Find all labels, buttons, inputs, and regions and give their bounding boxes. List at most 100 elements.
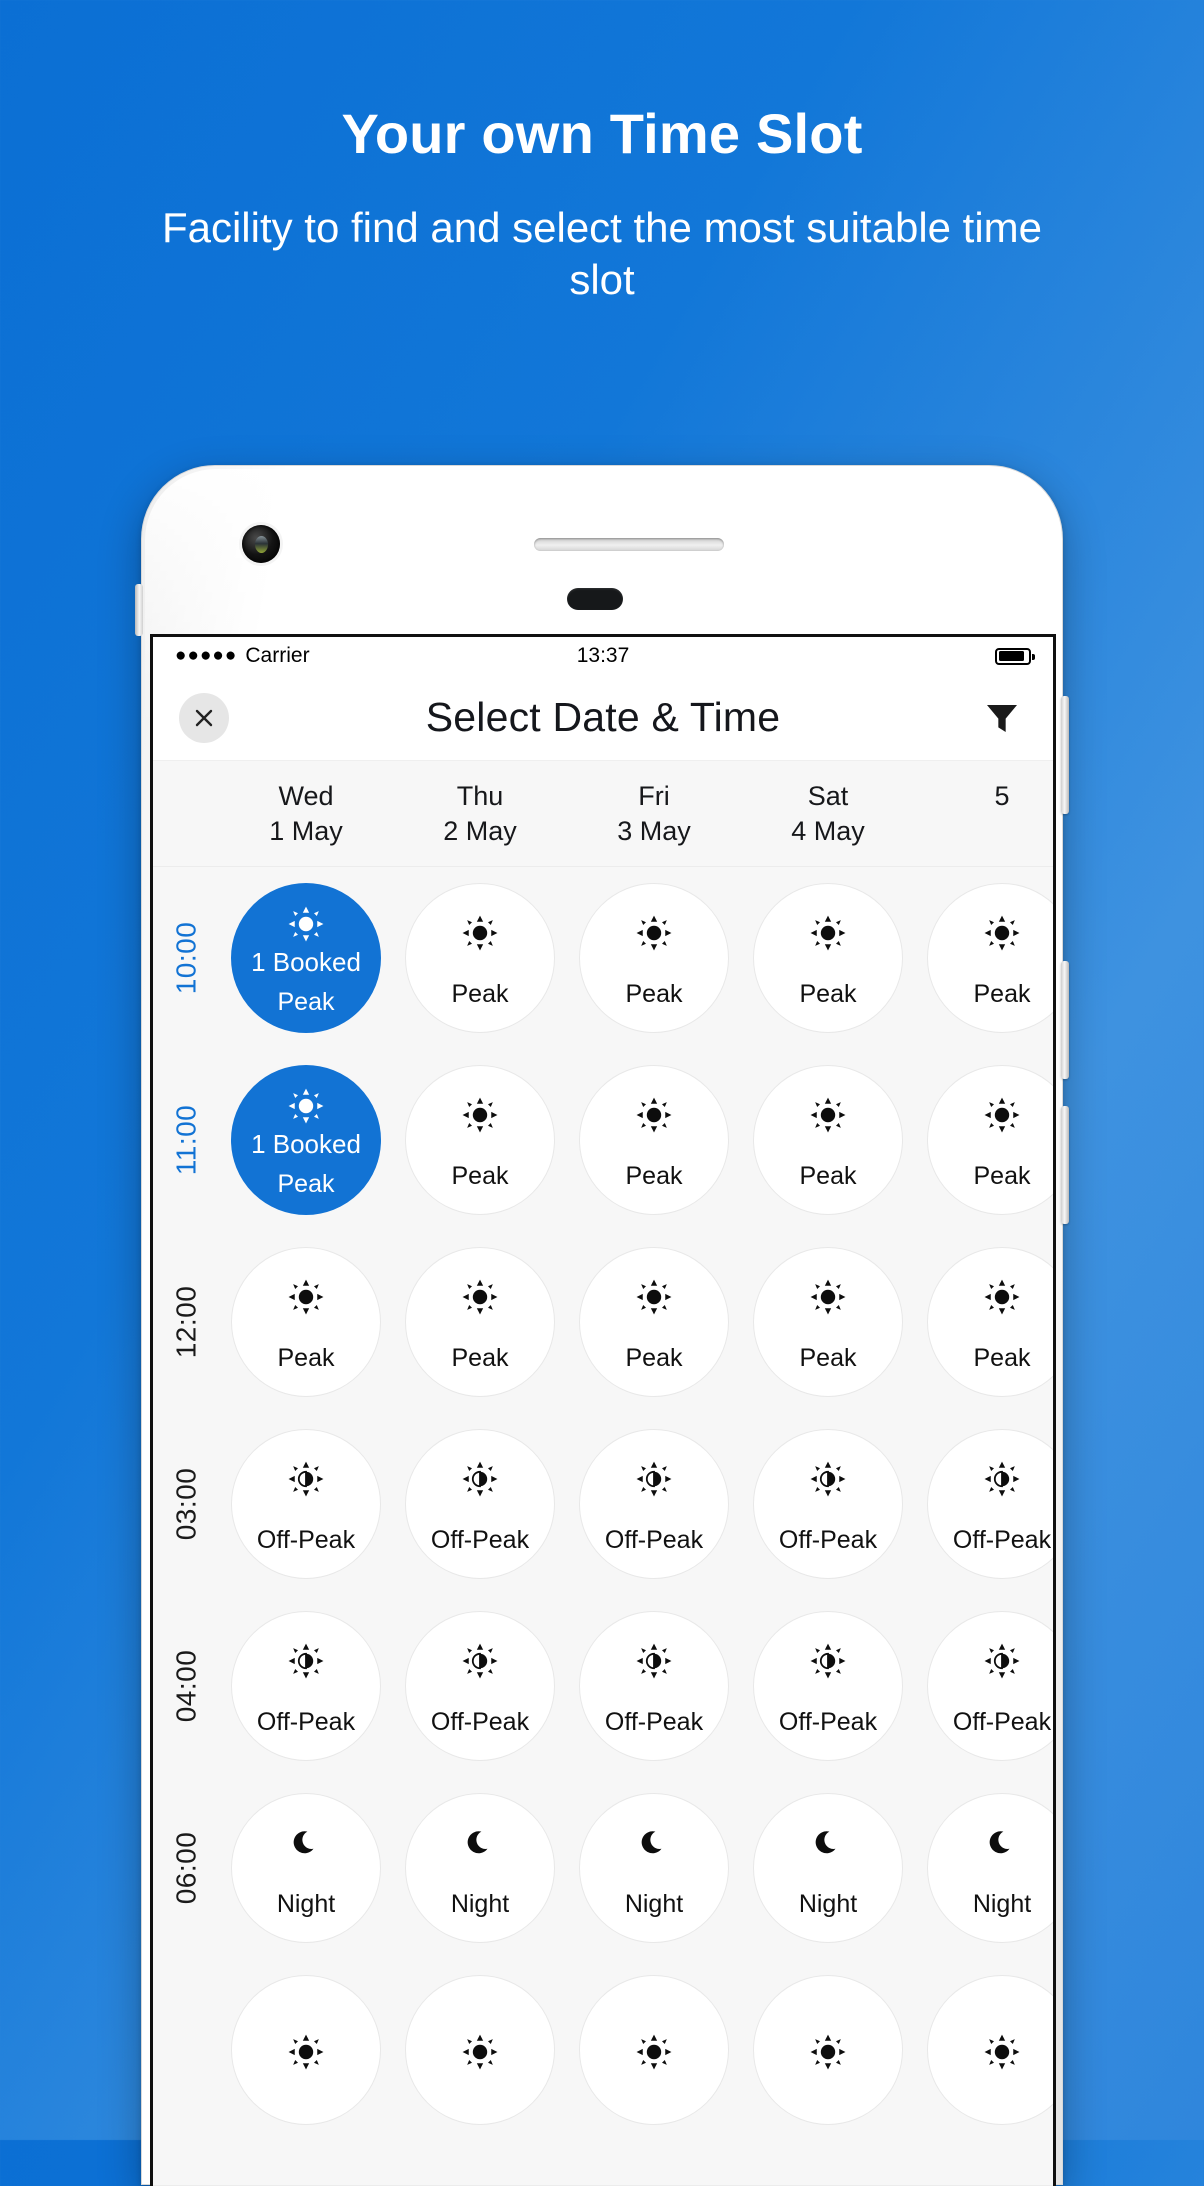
slot-label: Off-Peak — [778, 1707, 878, 1736]
time-slot[interactable]: Off-Peak — [753, 1429, 903, 1580]
date-label: 2 May — [443, 815, 517, 846]
time-row-label — [153, 1959, 219, 2141]
slot-icon-wrap — [638, 1822, 670, 1864]
time-slot[interactable]: Peak — [927, 883, 1053, 1034]
slot-cell — [915, 1975, 1053, 2126]
time-slot[interactable]: Peak — [579, 1247, 729, 1398]
slot-icon-wrap — [462, 912, 498, 954]
time-slot[interactable]: Night — [231, 1793, 381, 1944]
time-slot[interactable] — [753, 1975, 903, 2126]
time-slot[interactable]: Night — [405, 1793, 555, 1944]
slot-label: Off-Peak — [430, 1525, 530, 1554]
time-slot[interactable]: Peak — [753, 1247, 903, 1398]
slot-icon-wrap — [462, 1458, 498, 1500]
power-button[interactable] — [1061, 1106, 1069, 1224]
time-slot[interactable]: Peak — [231, 1247, 381, 1398]
sun-icon — [462, 1097, 498, 1133]
slot-icon-wrap — [810, 1094, 846, 1136]
slot-icon-wrap — [636, 1640, 672, 1682]
time-slot[interactable]: Off-Peak — [927, 1611, 1053, 1762]
time-slot[interactable]: Off-Peak — [231, 1611, 381, 1762]
slot-label: Night — [276, 1889, 336, 1918]
date-column-2[interactable]: Fri 3 May — [567, 779, 741, 848]
time-slot[interactable]: Peak — [927, 1247, 1053, 1398]
time-slot[interactable] — [405, 1975, 555, 2126]
time-slot[interactable]: Off-Peak — [753, 1611, 903, 1762]
weekday-label: Sat — [807, 781, 849, 811]
time-slot-selected[interactable]: 1 Booked Peak — [231, 883, 381, 1034]
half-sun-icon — [462, 1461, 498, 1497]
time-slot[interactable]: Peak — [579, 883, 729, 1034]
half-sun-icon — [462, 1643, 498, 1679]
slot-label: Off-Peak — [604, 1525, 704, 1554]
time-slot-selected[interactable]: 1 Booked Peak — [231, 1065, 381, 1216]
slot-cell — [741, 1975, 915, 2126]
slot-cell: Peak — [741, 883, 915, 1034]
slot-icon-wrap — [986, 1822, 1018, 1864]
time-slot[interactable]: Night — [927, 1793, 1053, 1944]
weekday-label: Wed — [278, 781, 334, 811]
slot-label: Night — [972, 1889, 1032, 1918]
time-label: 06:00 — [170, 1831, 202, 1905]
slot-cell: Off-Peak — [567, 1611, 741, 1762]
date-column-1[interactable]: Thu 2 May — [393, 779, 567, 848]
time-label: 04:00 — [170, 1649, 202, 1723]
slot-label: Off-Peak — [952, 1525, 1052, 1554]
slot-icon-wrap — [810, 2031, 846, 2073]
time-slot[interactable]: Peak — [405, 883, 555, 1034]
time-slot[interactable] — [927, 1975, 1053, 2126]
slot-cell: Off-Peak — [915, 1429, 1053, 1580]
time-slot[interactable]: Peak — [753, 1065, 903, 1216]
slot-cell: Peak — [741, 1065, 915, 1216]
slot-icon-wrap — [636, 912, 672, 954]
date-label: 1 May — [269, 815, 343, 846]
filter-button[interactable] — [977, 693, 1027, 743]
date-column-4[interactable]: 5 — [915, 779, 1053, 848]
time-slot[interactable]: Night — [579, 1793, 729, 1944]
time-slot[interactable]: Off-Peak — [579, 1611, 729, 1762]
slot-cell: Off-Peak — [219, 1429, 393, 1580]
time-slot[interactable]: Peak — [579, 1065, 729, 1216]
time-slot[interactable]: Off-Peak — [405, 1611, 555, 1762]
time-slot-row: 03:00 Off-Peak Off-Peak Off-Peak Off-Pea… — [153, 1413, 1053, 1595]
time-slot[interactable] — [579, 1975, 729, 2126]
time-slot[interactable]: Off-Peak — [231, 1429, 381, 1580]
slot-cell: Off-Peak — [915, 1611, 1053, 1762]
close-button[interactable] — [179, 692, 229, 743]
date-column-3[interactable]: Sat 4 May — [741, 779, 915, 848]
time-slot[interactable]: Off-Peak — [579, 1429, 729, 1580]
time-slot[interactable]: Peak — [753, 883, 903, 1034]
page-title: Your own Time Slot — [341, 102, 863, 165]
time-row-label: 06:00 — [153, 1777, 219, 1959]
slot-booked-count: 1 Booked — [251, 947, 361, 978]
volume-up-button[interactable] — [1061, 696, 1069, 814]
sun-icon — [810, 2034, 846, 2070]
sun-icon — [984, 915, 1020, 951]
time-slot[interactable]: Off-Peak — [927, 1429, 1053, 1580]
time-slot[interactable]: Peak — [405, 1065, 555, 1216]
time-slot-grid[interactable]: 10:00 1 Booked Peak Peak Peak Peak Peak … — [153, 867, 1053, 2186]
sun-icon — [462, 2034, 498, 2070]
mute-switch[interactable] — [135, 584, 143, 636]
half-sun-icon — [810, 1643, 846, 1679]
slot-icon-wrap — [810, 1276, 846, 1318]
time-row-label: 10:00 — [153, 867, 219, 1049]
volume-down-button[interactable] — [1061, 961, 1069, 1079]
time-slot[interactable]: Peak — [405, 1247, 555, 1398]
close-icon — [195, 709, 213, 726]
time-slot[interactable]: Off-Peak — [405, 1429, 555, 1580]
time-label: 10:00 — [170, 921, 202, 995]
time-slot[interactable]: Peak — [927, 1065, 1053, 1216]
time-label: 11:00 — [170, 1104, 201, 1176]
date-column-0[interactable]: Wed 1 May — [219, 779, 393, 848]
slot-icon-wrap — [636, 1276, 672, 1318]
sun-icon — [288, 906, 324, 942]
slot-cell: Peak — [915, 883, 1053, 1034]
slot-cell: Night — [915, 1793, 1053, 1944]
slot-cell: Night — [219, 1793, 393, 1944]
slot-icon-wrap — [288, 2031, 324, 2073]
slot-icon-wrap — [810, 912, 846, 954]
time-slot[interactable]: Night — [753, 1793, 903, 1944]
slot-cell: Peak — [915, 1065, 1053, 1216]
time-slot[interactable] — [231, 1975, 381, 2126]
